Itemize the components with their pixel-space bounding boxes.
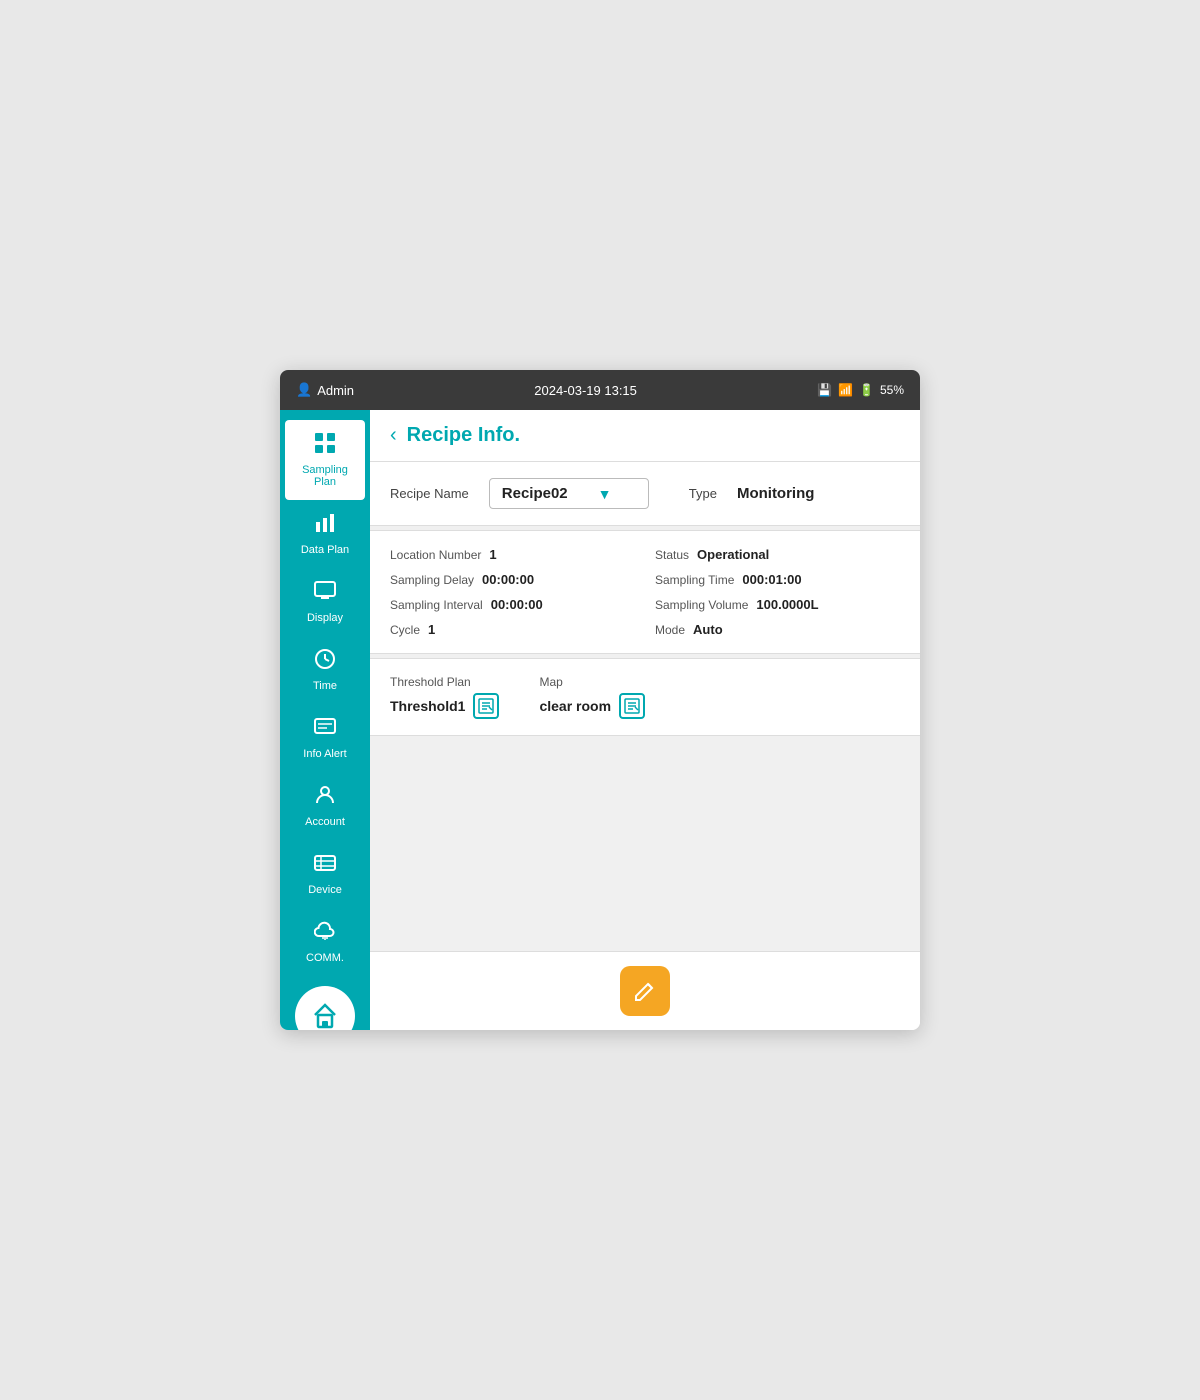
sampling-interval-label: Sampling Interval	[390, 598, 483, 612]
sidebar-item-device[interactable]: Device	[280, 840, 370, 908]
view-map-button[interactable]	[619, 693, 645, 719]
recipe-row: Recipe Name Recipe02 ▼ Type Monitoring	[370, 462, 920, 526]
threshold-plan-value: Threshold1	[390, 698, 465, 714]
cycle-row: Cycle 1	[390, 622, 635, 637]
sidebar-label-device: Device	[308, 884, 342, 896]
signal-icon: 📶	[838, 383, 853, 397]
sidebar-label-time: Time	[313, 680, 337, 692]
sampling-volume-label: Sampling Volume	[655, 598, 748, 612]
clock-icon	[314, 648, 336, 676]
content-spacer	[370, 736, 920, 951]
header: 👤 Admin 2024-03-19 13:15 💾 📶 🔋 55%	[280, 370, 920, 410]
sampling-time-row: Sampling Time 000:01:00	[655, 572, 900, 587]
sidebar-item-display[interactable]: Display	[280, 568, 370, 636]
sampling-delay-row: Sampling Delay 00:00:00	[390, 572, 635, 587]
message-icon	[314, 716, 336, 744]
cycle-label: Cycle	[390, 623, 420, 637]
header-user: 👤 Admin	[296, 382, 354, 398]
type-label: Type	[689, 486, 717, 501]
sidebar-item-sampling-plan[interactable]: Sampling Plan	[285, 420, 365, 500]
home-button[interactable]	[295, 986, 355, 1030]
sampling-volume-row: Sampling Volume 100.0000L	[655, 597, 900, 612]
monitor-icon	[314, 580, 336, 608]
sidebar-bottom	[280, 976, 370, 1030]
main-layout: Sampling Plan Data Plan	[280, 410, 920, 1030]
info-grid: Location Number 1 Status Operational Sam…	[390, 547, 900, 637]
user-icon: 👤	[296, 382, 312, 398]
sidebar-label-data-plan: Data Plan	[301, 544, 349, 556]
threshold-plan-row: Threshold1	[390, 693, 499, 719]
threshold-grid: Threshold Plan Threshold1	[390, 675, 900, 719]
header-datetime: 2024-03-19 13:15	[534, 383, 637, 398]
mode-label: Mode	[655, 623, 685, 637]
home-icon	[310, 1001, 340, 1030]
back-button[interactable]: ‹	[390, 424, 397, 447]
username-label: Admin	[317, 383, 354, 398]
map-row: clear room	[539, 693, 645, 719]
location-number-value: 1	[489, 547, 496, 562]
sidebar-label-display: Display	[307, 612, 343, 624]
sampling-delay-value: 00:00:00	[482, 572, 534, 587]
sidebar-label-comm: COMM.	[306, 952, 344, 964]
edit-icon	[633, 979, 657, 1003]
page-title: Recipe Info.	[407, 424, 520, 447]
map-value: clear room	[539, 698, 611, 714]
sampling-volume-value: 100.0000L	[756, 597, 818, 612]
battery-icon: 🔋	[859, 383, 874, 397]
sidebar-label-info-alert: Info Alert	[303, 748, 346, 760]
cloud-icon	[314, 920, 336, 948]
bar-chart-icon	[314, 512, 336, 540]
sampling-time-label: Sampling Time	[655, 573, 734, 587]
sidebar-label-account: Account	[305, 816, 345, 828]
bottom-bar	[370, 951, 920, 1030]
threshold-plan-col: Threshold Plan Threshold1	[390, 675, 499, 719]
view-threshold-button[interactable]	[473, 693, 499, 719]
map-col: Map clear room	[539, 675, 645, 719]
chevron-down-icon: ▼	[598, 486, 612, 502]
content-header: ‹ Recipe Info.	[370, 410, 920, 462]
sampling-interval-value: 00:00:00	[491, 597, 543, 612]
status-row: Status Operational	[655, 547, 900, 562]
save-icon: 💾	[817, 383, 832, 397]
sidebar-item-account[interactable]: Account	[280, 772, 370, 840]
location-number-label: Location Number	[390, 548, 481, 562]
cycle-value: 1	[428, 622, 435, 637]
recipe-dropdown[interactable]: Recipe02 ▼	[489, 478, 649, 509]
sidebar-label-sampling-plan: Sampling Plan	[290, 464, 360, 488]
status-value: Operational	[697, 547, 769, 562]
mode-value: Auto	[693, 622, 723, 637]
recipe-name-label: Recipe Name	[390, 486, 469, 501]
sidebar-item-data-plan[interactable]: Data Plan	[280, 500, 370, 568]
header-status: 💾 📶 🔋 55%	[817, 383, 904, 397]
datetime-label: 2024-03-19 13:15	[534, 383, 637, 398]
type-value: Monitoring	[737, 485, 814, 502]
map-label: Map	[539, 675, 645, 689]
sidebar: Sampling Plan Data Plan	[280, 410, 370, 1030]
recipe-value: Recipe02	[502, 485, 568, 502]
threshold-plan-label: Threshold Plan	[390, 675, 499, 689]
account-icon	[314, 784, 336, 812]
sidebar-item-info-alert[interactable]: Info Alert	[280, 704, 370, 772]
mode-row: Mode Auto	[655, 622, 900, 637]
sidebar-item-time[interactable]: Time	[280, 636, 370, 704]
threshold-section: Threshold Plan Threshold1	[370, 658, 920, 736]
sampling-interval-row: Sampling Interval 00:00:00	[390, 597, 635, 612]
edit-button[interactable]	[620, 966, 670, 1016]
info-section: Location Number 1 Status Operational Sam…	[370, 530, 920, 654]
sampling-time-value: 000:01:00	[742, 572, 801, 587]
device-icon	[314, 852, 336, 880]
sampling-delay-label: Sampling Delay	[390, 573, 474, 587]
battery-label: 55%	[880, 383, 904, 397]
location-number-row: Location Number 1	[390, 547, 635, 562]
status-label: Status	[655, 548, 689, 562]
sidebar-item-comm[interactable]: COMM.	[280, 908, 370, 976]
content-area: ‹ Recipe Info. Recipe Name Recipe02 ▼ Ty…	[370, 410, 920, 1030]
grid-icon	[314, 432, 336, 460]
